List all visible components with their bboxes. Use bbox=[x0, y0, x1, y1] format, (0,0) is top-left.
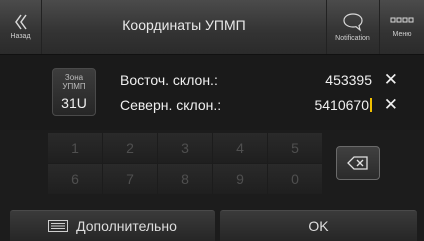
zone-value: 31U bbox=[61, 95, 87, 111]
key-0[interactable]: 0 bbox=[268, 164, 322, 194]
text-caret bbox=[370, 98, 372, 112]
clear-northing-icon[interactable]: ✕ bbox=[384, 95, 398, 115]
list-icon bbox=[48, 220, 69, 232]
key-9[interactable]: 9 bbox=[213, 164, 267, 194]
ok-button[interactable]: OK bbox=[220, 210, 417, 241]
clear-easting-icon[interactable]: ✕ bbox=[384, 70, 398, 90]
ok-label: OK bbox=[308, 218, 329, 234]
menu-label: Меню bbox=[392, 31, 412, 38]
northing-value-wrap: 5410670 bbox=[314, 97, 372, 113]
notification-label: Notification bbox=[335, 35, 370, 42]
speech-bubble-icon bbox=[342, 13, 363, 32]
notification-button[interactable]: Notification bbox=[326, 0, 378, 54]
key-2[interactable]: 2 bbox=[103, 133, 157, 163]
zone-selector[interactable]: Зона УПМП 31U bbox=[52, 68, 96, 116]
key-7[interactable]: 7 bbox=[103, 164, 157, 194]
menu-grid-icon bbox=[390, 17, 414, 23]
key-1[interactable]: 1 bbox=[48, 133, 102, 163]
backspace-button[interactable] bbox=[336, 146, 380, 180]
zone-label: Зона УПМП bbox=[62, 73, 86, 91]
key-5[interactable]: 5 bbox=[268, 133, 322, 163]
easting-field[interactable]: Восточ. склон.: 453395 ✕ bbox=[120, 70, 400, 94]
back-label: Назад bbox=[10, 33, 31, 40]
back-button[interactable]: Назад bbox=[0, 0, 42, 54]
backspace-icon bbox=[347, 156, 368, 170]
numeric-keypad: 1 2 3 4 5 6 7 8 9 0 bbox=[48, 133, 324, 195]
menu-button[interactable]: Меню bbox=[379, 0, 424, 54]
more-options-button[interactable]: Дополнительно bbox=[10, 210, 215, 241]
key-6[interactable]: 6 bbox=[48, 164, 102, 194]
northing-field[interactable]: Северн. склон.: 5410670 ✕ bbox=[120, 95, 400, 119]
key-8[interactable]: 8 bbox=[158, 164, 212, 194]
coordinate-panel: Зона УПМП 31U Восточ. склон.: 453395 ✕ С… bbox=[0, 55, 424, 130]
key-3[interactable]: 3 bbox=[158, 133, 212, 163]
title-bar: Назад Координаты УПМП Notification Меню bbox=[0, 0, 424, 55]
easting-label: Восточ. склон.: bbox=[120, 72, 218, 88]
northing-value: 5410670 bbox=[314, 97, 369, 113]
northing-label: Северн. склон.: bbox=[120, 97, 222, 113]
more-options-label: Дополнительно bbox=[76, 218, 177, 234]
page-title: Координаты УПМП bbox=[122, 17, 246, 33]
back-chevron-icon bbox=[14, 14, 27, 30]
key-4[interactable]: 4 bbox=[213, 133, 267, 163]
easting-value: 453395 bbox=[325, 72, 372, 88]
